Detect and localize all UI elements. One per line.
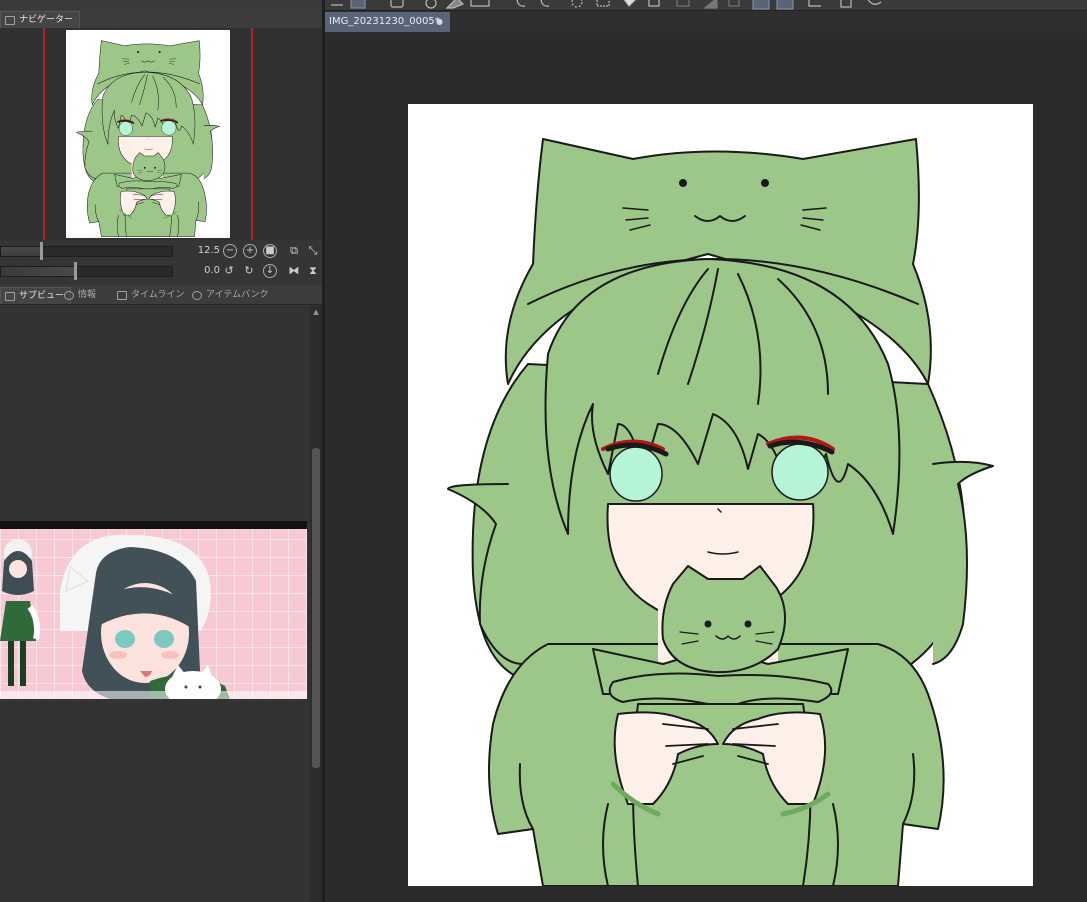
rotate-slider[interactable] bbox=[0, 266, 173, 277]
flip-vertical-icon[interactable]: ⧗ bbox=[306, 264, 320, 278]
flip-horizontal-icon[interactable]: ⧓ bbox=[287, 264, 301, 278]
rotate-reset-icon[interactable]: ↓ bbox=[263, 264, 277, 278]
subview-tabbar: サブビュー 情報 タイムライン アイテムバンク bbox=[0, 285, 322, 305]
zoom-slider[interactable] bbox=[0, 246, 173, 257]
subview-scrollbar-thumb[interactable] bbox=[312, 448, 320, 768]
document-tab[interactable]: IMG_20231230_0005* bbox=[325, 12, 450, 32]
subview-reference-image[interactable] bbox=[0, 521, 307, 699]
tab-item-bank-label: アイテムバンク bbox=[206, 290, 269, 300]
navigator-icon bbox=[5, 16, 15, 25]
rotate-slider-handle[interactable] bbox=[74, 262, 77, 280]
toolbar-icons bbox=[331, 0, 882, 10]
scroll-up-icon[interactable]: ▲ bbox=[312, 307, 320, 317]
rotate-left-icon[interactable]: ↺ bbox=[222, 264, 236, 278]
tab-timeline-label: タイムライン bbox=[131, 290, 185, 300]
reference-illustration bbox=[0, 521, 307, 699]
zoom-out-icon[interactable]: − bbox=[223, 244, 237, 258]
canvas-artwork bbox=[408, 104, 1033, 886]
timeline-icon bbox=[117, 291, 127, 300]
navigator-viewport-frame-right[interactable] bbox=[251, 28, 253, 240]
rotate-right-icon[interactable]: ↻ bbox=[242, 264, 256, 278]
tab-navigator-label: ナビゲーター bbox=[19, 15, 74, 25]
zoom-slider-fill bbox=[1, 247, 43, 256]
actual-size-icon[interactable]: ⤡ bbox=[306, 244, 320, 258]
zoom-reset-icon[interactable]: ■ bbox=[263, 244, 277, 258]
document-tab-close-icon[interactable]: ● bbox=[436, 12, 446, 32]
tab-info-label: 情報 bbox=[78, 290, 97, 300]
main-toolbar bbox=[325, 0, 1087, 11]
tab-timeline[interactable]: タイムライン bbox=[113, 287, 190, 304]
document-tab-title: IMG_20231230_0005* bbox=[329, 16, 440, 27]
tab-navigator[interactable]: ナビゲーター bbox=[0, 11, 81, 28]
navigator-thumbnail[interactable] bbox=[66, 30, 230, 238]
rotate-slider-fill bbox=[1, 267, 77, 276]
zoom-slider-handle[interactable] bbox=[40, 242, 43, 260]
canvas-paper[interactable] bbox=[408, 104, 1033, 886]
zoom-in-icon[interactable]: + bbox=[243, 244, 257, 258]
info-icon bbox=[64, 291, 74, 300]
rotate-slider-row: 0.0 ↺ ↻ ↓ ⧓ ⧗ bbox=[0, 262, 322, 280]
zoom-value: 12.5 bbox=[197, 245, 220, 256]
navigator-viewport-frame-left[interactable] bbox=[43, 28, 45, 240]
rotate-value: 0.0 bbox=[204, 265, 220, 276]
navigator-thumbnail-art bbox=[66, 30, 230, 238]
fit-to-window-icon[interactable]: ⧉ bbox=[287, 244, 301, 258]
item-bank-icon bbox=[192, 291, 202, 300]
left-toolbar-strip bbox=[0, 0, 322, 9]
tab-subview-label: サブビュー bbox=[19, 291, 65, 301]
zoom-slider-row: 12.5 − + ■ ⧉ ⤡ bbox=[0, 242, 322, 260]
tab-item-bank[interactable]: アイテムバンク bbox=[188, 287, 275, 304]
tab-info[interactable]: 情報 bbox=[60, 287, 102, 304]
subview-icon bbox=[5, 292, 15, 301]
navigator-tabbar: ナビゲーター bbox=[0, 9, 322, 29]
